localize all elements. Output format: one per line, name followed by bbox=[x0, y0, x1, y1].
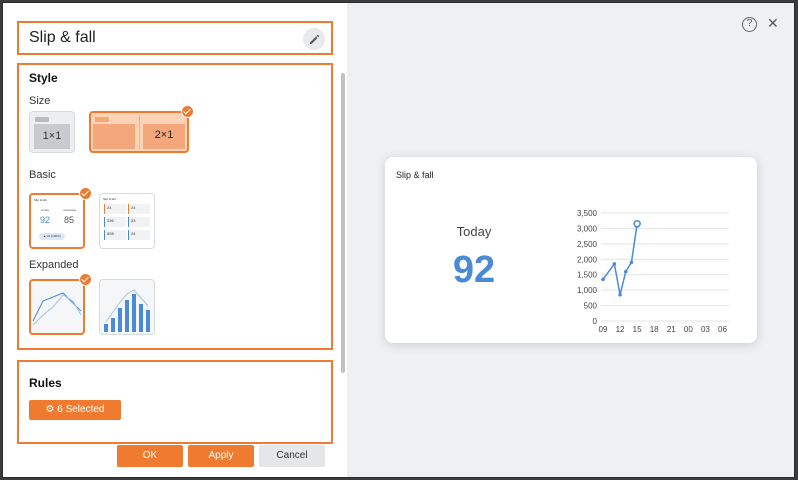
x-tick-label: 12 bbox=[616, 325, 625, 334]
size-2x1-left-pane bbox=[93, 124, 135, 149]
title-field[interactable]: Slip & fall bbox=[17, 21, 333, 55]
thumb-badge: ▲ 22 (100%) bbox=[39, 233, 65, 240]
preview-today-value: 92 bbox=[452, 249, 496, 291]
thumb-today-label: Today bbox=[41, 208, 50, 212]
rules-selected-button[interactable]: ⚙ 6 Selected bbox=[29, 400, 121, 420]
bar-chart-thumb-icon bbox=[104, 289, 150, 332]
y-tick-label: 3,500 bbox=[577, 209, 598, 218]
data-point bbox=[618, 292, 622, 297]
size-1x1-tab bbox=[35, 117, 49, 122]
x-tick-label: 00 bbox=[684, 325, 693, 334]
x-tick-label: 18 bbox=[650, 325, 659, 334]
ok-button[interactable]: OK bbox=[117, 445, 183, 467]
size-label: Size bbox=[29, 95, 51, 107]
thumb-list-value: 508 bbox=[107, 231, 114, 236]
style-heading: Style bbox=[29, 71, 58, 85]
help-icon[interactable]: ? bbox=[742, 17, 757, 32]
gear-icon: ⚙ bbox=[45, 404, 55, 415]
y-tick-label: 0 bbox=[593, 317, 598, 326]
x-tick-label: 06 bbox=[718, 325, 727, 334]
preview-line-chart: 0 500 1,000 1,500 2,000 2,500 3,000 3,500 09 12 15… bbox=[577, 209, 729, 334]
style-section: Style Size 1×1 2×1 Basic Slip & fall Tod… bbox=[17, 63, 333, 350]
apply-button[interactable]: Apply bbox=[188, 445, 254, 467]
cancel-button[interactable]: Cancel bbox=[259, 445, 325, 467]
data-point bbox=[601, 277, 605, 282]
thumb-list-cell: 336 bbox=[104, 217, 126, 227]
data-point bbox=[633, 220, 641, 228]
thumb-list-title: Slip & fall bbox=[103, 197, 116, 201]
thumb-list-value: 24 bbox=[107, 205, 112, 210]
size-selected-check-icon bbox=[181, 105, 194, 118]
size-option-2x1[interactable]: 2×1 bbox=[89, 111, 189, 153]
size-1x1-label: 1×1 bbox=[42, 130, 62, 142]
y-tick-label: 2,000 bbox=[577, 255, 598, 264]
basic-label: Basic bbox=[29, 169, 56, 181]
widget-settings-dialog: Slip & fall Style Size 1×1 2×1 Basic Sli… bbox=[2, 2, 795, 478]
size-option-1x1[interactable]: 1×1 bbox=[29, 111, 75, 153]
x-tick-label: 15 bbox=[633, 325, 642, 334]
close-icon[interactable]: ✕ bbox=[767, 15, 779, 32]
basic-style-summary[interactable]: Slip & fall Today Yesterday 92 85 ▲ 22 (… bbox=[29, 193, 85, 249]
x-tick-label: 03 bbox=[701, 325, 710, 334]
size-2x1-left-tab bbox=[95, 117, 109, 122]
y-tick-label: 2,500 bbox=[577, 240, 598, 249]
rules-section: Rules ⚙ 6 Selected bbox=[17, 360, 333, 444]
settings-scrollbar[interactable] bbox=[341, 73, 345, 373]
thumb-list-cell: 24 bbox=[104, 204, 126, 214]
thumb-list-cell: 33 bbox=[128, 217, 150, 227]
thumb-today-value: 92 bbox=[40, 215, 51, 225]
expanded-style-bar[interactable] bbox=[99, 279, 155, 335]
preview-panel: ? ✕ Slip & fall Today 92 0 500 1,000 1,500 2… bbox=[347, 3, 794, 477]
preview-title: Slip & fall bbox=[396, 170, 434, 180]
line-chart-thumb-icon bbox=[32, 292, 82, 326]
settings-panel: Slip & fall Style Size 1×1 2×1 Basic Sli… bbox=[3, 3, 347, 477]
widget-preview-card: Slip & fall Today 92 0 500 1,000 1,500 2,000… bbox=[385, 157, 757, 343]
thumb-list-cell: 24 bbox=[128, 204, 150, 214]
basic-selected-check-icon bbox=[79, 187, 92, 200]
thumb-list-value: 336 bbox=[107, 218, 114, 223]
y-tick-label: 1,500 bbox=[577, 271, 598, 280]
size-2x1-divider bbox=[139, 115, 140, 149]
x-tick-label: 09 bbox=[599, 325, 608, 334]
size-2x1-label: 2×1 bbox=[154, 129, 174, 141]
data-point bbox=[629, 260, 634, 265]
thumb-list-value: 24 bbox=[131, 205, 136, 210]
thumb-list-value: 33 bbox=[131, 218, 136, 223]
pencil-icon bbox=[310, 34, 320, 44]
data-point bbox=[612, 262, 617, 266]
basic-style-list[interactable]: Slip & fall 24 24 336 33 508 24 bbox=[99, 193, 155, 249]
expanded-label: Expanded bbox=[29, 259, 79, 271]
rules-selected-label: 6 Selected bbox=[57, 404, 105, 415]
y-tick-label: 3,000 bbox=[577, 224, 598, 233]
preview-today-label: Today bbox=[456, 224, 492, 239]
thumb-yesterday-value: 85 bbox=[64, 215, 75, 225]
y-tick-label: 500 bbox=[584, 302, 598, 311]
rules-heading: Rules bbox=[29, 376, 62, 390]
data-point bbox=[623, 269, 628, 274]
thumb-yesterday-label: Yesterday bbox=[63, 208, 77, 212]
edit-title-button[interactable] bbox=[303, 28, 325, 50]
y-tick-label: 1,000 bbox=[577, 286, 598, 295]
thumb-title: Slip & fall bbox=[34, 198, 47, 202]
expanded-selected-check-icon bbox=[79, 273, 92, 286]
thumb-list-value: 24 bbox=[131, 231, 136, 236]
expanded-style-line[interactable] bbox=[29, 279, 85, 335]
thumb-list-cell: 508 bbox=[104, 230, 126, 240]
x-tick-label: 21 bbox=[667, 325, 676, 334]
widget-title[interactable]: Slip & fall bbox=[29, 29, 96, 47]
thumb-list-cell: 24 bbox=[128, 230, 150, 240]
